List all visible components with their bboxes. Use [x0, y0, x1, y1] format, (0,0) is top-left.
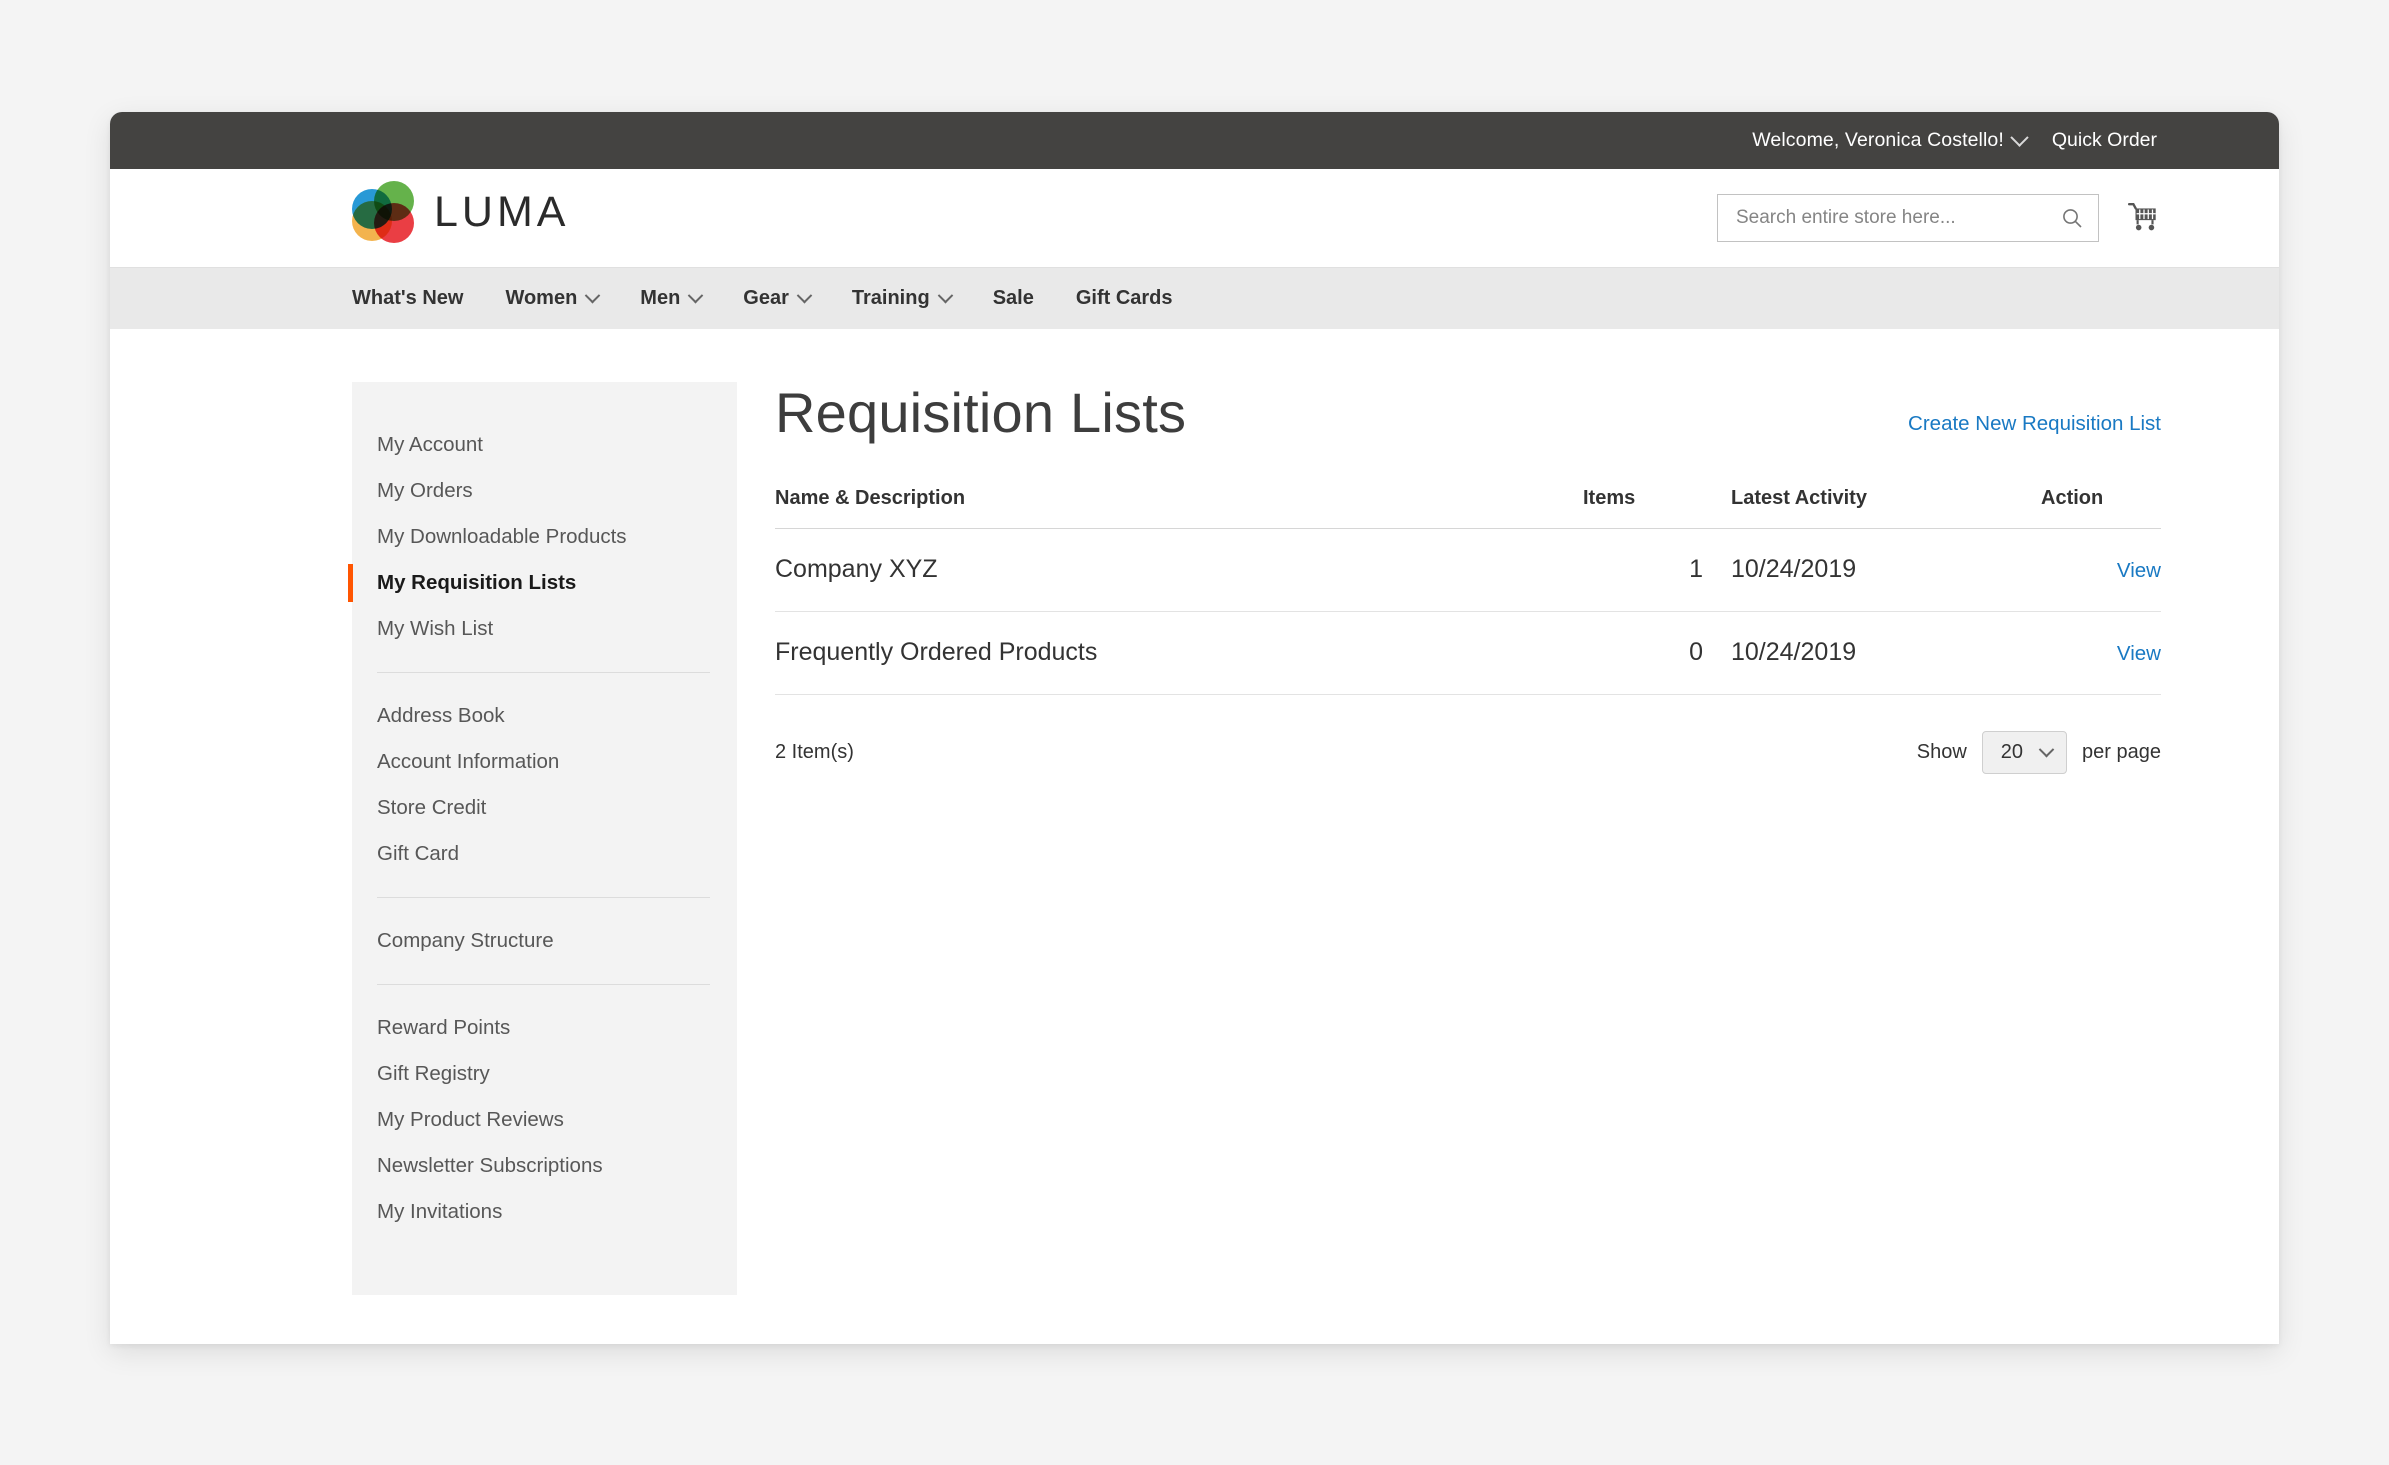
content-header: Requisition Lists Create New Requisition… — [775, 382, 2161, 444]
header-actions — [1717, 194, 2161, 242]
sidebar-divider — [377, 897, 710, 898]
cell-items-count: 1 — [1583, 528, 1703, 612]
chevron-down-icon — [585, 287, 601, 304]
welcome-message: Welcome, Veronica Costello! — [1752, 129, 2004, 151]
nav-item-women[interactable]: Women — [505, 287, 601, 310]
cell-list-name: Company XYZ — [775, 528, 1583, 612]
utility-topbar: Welcome, Veronica Costello! Quick Order — [110, 112, 2279, 169]
sidebar-item-my-invitations[interactable]: My Invitations — [352, 1189, 737, 1235]
cell-latest-activity: 10/24/2019 — [1703, 528, 2041, 612]
requisition-lists-table: Name & Description Items Latest Activity… — [775, 486, 2161, 695]
nav-item-label: Sale — [992, 287, 1034, 309]
nav-item-men[interactable]: Men — [640, 287, 704, 310]
sidebar-item-newsletter-subscriptions[interactable]: Newsletter Subscriptions — [352, 1143, 737, 1189]
nav-item-label: Gift Cards — [1075, 287, 1173, 309]
chevron-down-icon — [796, 287, 813, 304]
luma-logo[interactable]: LUMA — [352, 181, 569, 243]
sidebar-group: Address Book Account Information Store Cre… — [352, 693, 737, 877]
page-body: My Account My Orders My Downloadable Produ… — [110, 329, 2279, 1295]
sidebar-divider — [377, 672, 710, 673]
sidebar-item-my-wish-list[interactable]: My Wish List — [352, 606, 737, 652]
page-size-limiter: Show 20 per page — [1916, 730, 2161, 774]
nav-item-sale[interactable]: Sale — [993, 287, 1034, 310]
per-page-label: per page — [2082, 740, 2161, 763]
nav-item-training[interactable]: Training — [851, 287, 953, 310]
account-sidebar: My Account My Orders My Downloadable Produ… — [348, 382, 737, 1295]
sidebar-divider — [377, 984, 710, 985]
view-link[interactable]: View — [2117, 559, 2161, 582]
nav-item-label: Gear — [743, 287, 789, 309]
chevron-down-icon — [688, 287, 704, 304]
chevron-down-icon — [2010, 128, 2029, 147]
sidebar-item-my-product-reviews[interactable]: My Product Reviews — [352, 1097, 737, 1143]
sidebar-group: My Account My Orders My Downloadable Produ… — [348, 422, 737, 652]
search-box[interactable] — [1717, 194, 2099, 242]
search-input[interactable] — [1734, 206, 2060, 230]
page-size-value: 20 — [2000, 740, 2024, 763]
nav-item-what-s-new[interactable]: What's New — [352, 287, 463, 310]
column-header-items: Items — [1583, 486, 1703, 529]
browser-window: Welcome, Veronica Costello! Quick Order … — [110, 112, 2279, 1344]
search-icon[interactable] — [2060, 206, 2084, 230]
main-navigation: What's New Women Men Gear Training Sale Gift C… — [110, 267, 2279, 329]
table-row: Frequently Ordered Products 0 10/24/2019 Vi… — [775, 611, 2161, 695]
sidebar-item-my-requisition-lists[interactable]: My Requisition Lists — [348, 560, 737, 606]
page-size-select[interactable]: 20 — [1981, 730, 2068, 774]
chevron-down-icon — [937, 287, 953, 304]
sidebar-group: Reward Points Gift Registry My Product Rev… — [352, 1005, 737, 1235]
sidebar-item-store-credit[interactable]: Store Credit — [352, 785, 737, 831]
sidebar-item-my-orders[interactable]: My Orders — [352, 468, 737, 514]
luma-logo-text: LUMA — [434, 187, 570, 236]
show-label: Show — [1916, 740, 1967, 763]
nav-item-label: Men — [640, 287, 681, 309]
column-header-action: Action — [2041, 486, 2161, 529]
cell-action: View — [2041, 528, 2161, 612]
nav-item-label: What's New — [352, 287, 464, 309]
cart-icon[interactable] — [2127, 201, 2161, 235]
create-new-requisition-list-link[interactable]: Create New Requisition List — [1908, 412, 2161, 436]
sidebar-item-my-downloadable-products[interactable]: My Downloadable Products — [352, 514, 737, 560]
table-row: Company XYZ 1 10/24/2019 View — [775, 528, 2161, 612]
sidebar-item-gift-card[interactable]: Gift Card — [352, 831, 737, 877]
item-count: 2 Item(s) — [775, 740, 854, 763]
nav-item-gear[interactable]: Gear — [743, 287, 813, 310]
sidebar-item-company-structure[interactable]: Company Structure — [352, 918, 737, 964]
site-header: LUMA — [110, 169, 2279, 267]
sidebar-item-my-account[interactable]: My Account — [352, 422, 737, 468]
page-title: Requisition Lists — [775, 381, 1187, 444]
nav-item-gift-cards[interactable]: Gift Cards — [1076, 287, 1173, 310]
column-header-activity: Latest Activity — [1703, 486, 2041, 529]
table-toolbar: 2 Item(s) Show 20 per page — [775, 730, 2161, 774]
luma-logo-icon — [352, 181, 414, 243]
sidebar-item-gift-registry[interactable]: Gift Registry — [352, 1051, 737, 1097]
cell-latest-activity: 10/24/2019 — [1703, 611, 2041, 695]
cell-list-name: Frequently Ordered Products — [775, 611, 1583, 695]
sidebar-item-account-information[interactable]: Account Information — [352, 739, 737, 785]
nav-item-label: Training — [851, 287, 930, 309]
nav-item-label: Women — [505, 287, 578, 309]
column-header-name: Name & Description — [775, 486, 1583, 529]
topbar-links: Welcome, Veronica Costello! Quick Order — [1752, 128, 2157, 152]
sidebar-group: Company Structure — [352, 918, 737, 964]
sidebar-item-address-book[interactable]: Address Book — [352, 693, 737, 739]
chevron-down-icon — [2038, 741, 2055, 758]
quick-order-link[interactable]: Quick Order — [2052, 129, 2157, 152]
cell-action: View — [2041, 611, 2161, 695]
cell-items-count: 0 — [1583, 611, 1703, 695]
view-link[interactable]: View — [2117, 642, 2161, 665]
main-content: Requisition Lists Create New Requisition… — [737, 382, 2279, 1295]
sidebar-item-reward-points[interactable]: Reward Points — [352, 1005, 737, 1051]
table-header-row: Name & Description Items Latest Activity… — [775, 486, 2161, 529]
customer-menu-toggle[interactable]: Welcome, Veronica Costello! — [1752, 128, 2029, 152]
